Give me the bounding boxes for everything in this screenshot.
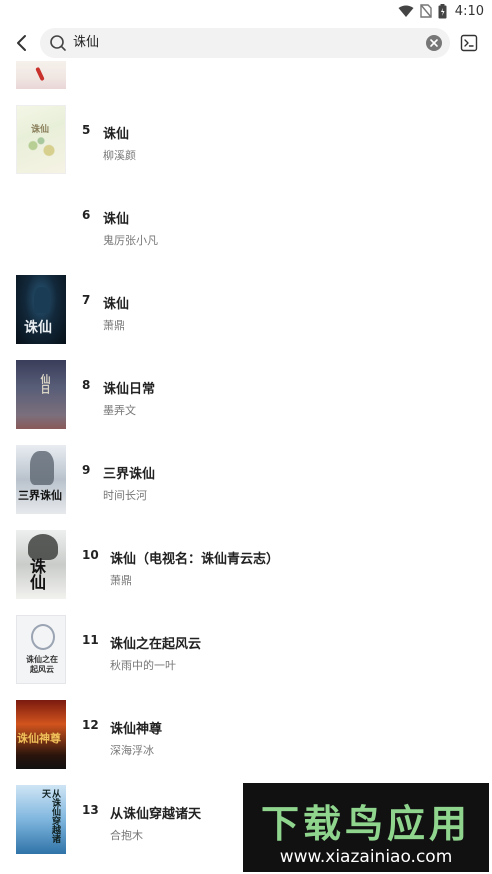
result-rank: 13 — [82, 803, 99, 817]
result-row[interactable]: 诛仙 7 诛仙 萧鼎 — [0, 275, 492, 360]
search-box[interactable] — [40, 28, 450, 58]
cover-text: 三界诛仙 — [18, 489, 62, 502]
result-row[interactable]: 三界诛仙 9 三界诛仙 时间长河 — [0, 445, 492, 530]
wifi-icon — [398, 5, 414, 17]
book-title[interactable]: 三界诛仙 — [103, 463, 155, 482]
result-rank: 11 — [82, 633, 99, 647]
book-author: 柳溪颜 — [103, 149, 136, 162]
terminal-button[interactable] — [460, 34, 478, 52]
cover-text: 诛仙 — [31, 125, 50, 135]
cover-text: 从诛仙穿越诸天 — [40, 789, 60, 843]
result-row[interactable]: 诛仙之在起风云 11 诛仙之在起风云 秋雨中的一叶 — [0, 615, 492, 700]
book-author: 深海浮冰 — [110, 744, 154, 757]
book-author: 萧鼎 — [110, 574, 132, 587]
result-rank: 6 — [82, 208, 91, 222]
book-cover[interactable]: 从诛仙穿越诸天 — [16, 785, 66, 854]
book-author: 萧鼎 — [103, 319, 125, 332]
cover-text: 诛仙 — [27, 558, 46, 590]
book-cover-partial[interactable] — [16, 61, 66, 89]
no-sim-icon — [420, 4, 432, 18]
search-results-list[interactable]: 诛仙 5 诛仙 柳溪颜 6 诛仙 鬼厉张小凡 诛仙 7 诛仙 萧鼎 仙日 8 诛… — [0, 61, 492, 874]
result-row[interactable]: 仙日 8 诛仙日常 墨弄文 — [0, 360, 492, 445]
clear-search-button[interactable] — [426, 35, 442, 51]
book-title[interactable]: 诛仙 — [103, 293, 129, 312]
status-time: 4:10 — [454, 3, 484, 19]
result-row[interactable]: 诛仙 10 诛仙（电视名：诛仙青云志） 萧鼎 — [0, 530, 492, 615]
book-title[interactable]: 诛仙之在起风云 — [110, 633, 201, 652]
result-rank: 5 — [82, 123, 91, 137]
book-cover[interactable]: 三界诛仙 — [16, 445, 66, 514]
result-rank: 9 — [82, 463, 91, 477]
book-author: 合抱木 — [110, 829, 143, 842]
book-title[interactable]: 诛仙日常 — [103, 378, 155, 397]
result-rank: 10 — [82, 548, 99, 562]
cover-text: 仙日 — [38, 374, 49, 394]
status-bar: 4:10 — [0, 0, 492, 22]
watermark-logo: 下载鸟应用 — [260, 802, 471, 846]
book-cover[interactable]: 诛仙之在起风云 — [16, 615, 66, 684]
result-row[interactable]: 6 诛仙 鬼厉张小凡 — [0, 190, 492, 275]
back-arrow-icon — [17, 35, 26, 51]
book-title[interactable]: 从诛仙穿越诸天 — [110, 803, 201, 822]
result-rank: 7 — [82, 293, 91, 307]
book-author: 时间长河 — [103, 489, 147, 502]
book-cover[interactable]: 诛仙 — [16, 105, 66, 174]
result-rank: 12 — [82, 718, 99, 732]
search-icon — [50, 35, 66, 51]
book-title[interactable]: 诛仙（电视名：诛仙青云志） — [110, 548, 279, 567]
book-author: 鬼厉张小凡 — [103, 234, 158, 247]
cover-text: 诛仙 — [24, 320, 52, 336]
back-button[interactable] — [10, 31, 34, 55]
cover-text: 诛仙之在起风云 — [26, 654, 58, 674]
battery-icon — [438, 3, 447, 18]
watermark: 下载鸟应用 www.xiazainiao.com — [243, 783, 489, 872]
clear-icon — [430, 39, 438, 47]
search-input[interactable] — [73, 28, 413, 58]
watermark-url: www.xiazainiao.com — [279, 847, 453, 867]
book-cover[interactable]: 诛仙 — [16, 275, 66, 344]
book-author: 秋雨中的一叶 — [110, 659, 176, 672]
terminal-icon — [460, 34, 478, 52]
book-title[interactable]: 诛仙 — [103, 123, 129, 142]
status-icons: 4:10 — [398, 2, 484, 20]
book-cover[interactable]: 诛仙 — [16, 530, 66, 599]
book-author: 墨弄文 — [103, 404, 136, 417]
book-title[interactable]: 诛仙 — [103, 208, 129, 227]
cover-text: 诛仙神尊 — [17, 732, 61, 745]
book-cover[interactable]: 仙日 — [16, 360, 66, 429]
book-cover[interactable]: 诛仙神尊 — [16, 700, 66, 769]
result-row[interactable]: 诛仙 5 诛仙 柳溪颜 — [0, 105, 492, 190]
search-bar — [0, 27, 492, 59]
book-title[interactable]: 诛仙神尊 — [110, 718, 162, 737]
result-rank: 8 — [82, 378, 91, 392]
result-row[interactable]: 诛仙神尊 12 诛仙神尊 深海浮冰 — [0, 700, 492, 785]
